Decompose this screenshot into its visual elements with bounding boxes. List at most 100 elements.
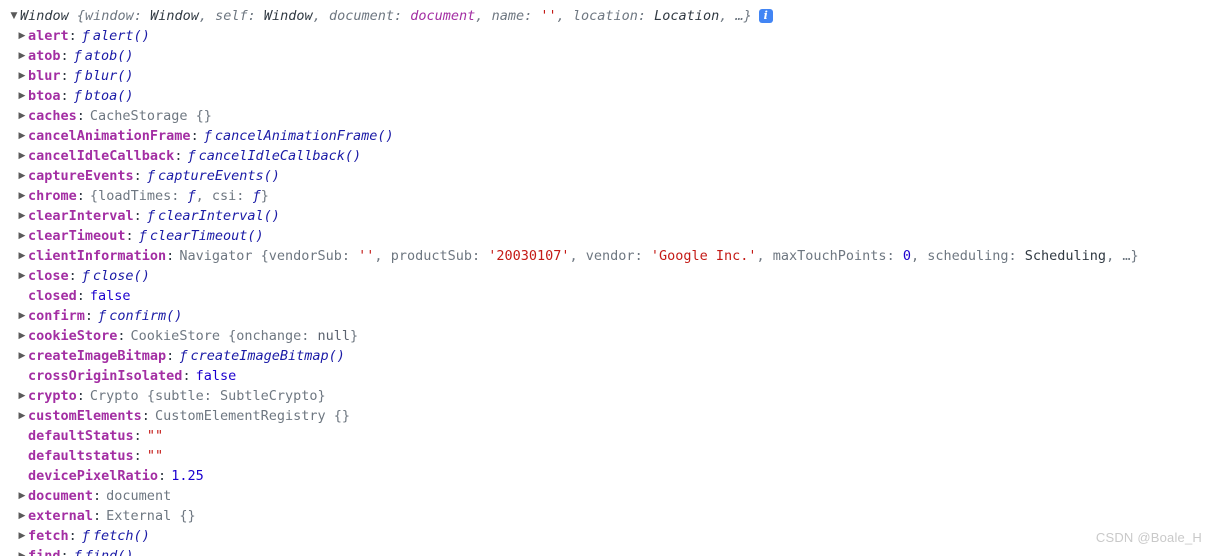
property-row[interactable]: ▶ caches: CacheStorage {}: [0, 106, 1210, 126]
property-row[interactable]: ▶ clearTimeout: ƒ clearTimeout(): [0, 226, 1210, 246]
collapse-triangle-icon[interactable]: ▶: [16, 46, 28, 66]
collapse-triangle-icon[interactable]: ▶: [16, 166, 28, 186]
collapse-triangle-icon[interactable]: ▶: [16, 26, 28, 46]
collapse-triangle-icon[interactable]: ▶: [16, 526, 28, 546]
property-row[interactable]: ▶ find: ƒ find(): [0, 546, 1210, 556]
preview-colon: :: [524, 8, 541, 24]
property-colon: :: [133, 208, 142, 224]
collapse-triangle-icon[interactable]: ▶: [16, 86, 28, 106]
property-value: ƒ blur(): [74, 66, 134, 86]
collapse-triangle-icon[interactable]: ▶: [16, 186, 28, 206]
preview-value: Window: [263, 8, 313, 24]
collapse-triangle-icon[interactable]: ▶: [16, 506, 28, 526]
property-row[interactable]: ▶ chrome: {loadTimes: ƒ, csi: ƒ}: [0, 186, 1210, 206]
property-value: CacheStorage {}: [90, 106, 212, 126]
property-name: customElements: [28, 408, 142, 424]
property-row[interactable]: ▶ atob: ƒ atob(): [0, 46, 1210, 66]
property-name: fetch: [28, 528, 69, 544]
function-marker-icon: ƒ: [98, 308, 107, 324]
property-row[interactable]: ▶ crypto: Crypto {subtle: SubtleCrypto}: [0, 386, 1210, 406]
property-row[interactable]: devicePixelRatio: 1.25: [0, 466, 1210, 486]
collapse-triangle-icon[interactable]: ▶: [16, 266, 28, 286]
property-value: ƒ captureEvents(): [147, 166, 280, 186]
preview-colon: :: [247, 8, 264, 24]
collapse-triangle-icon[interactable]: ▶: [16, 306, 28, 326]
property-row[interactable]: ▶ captureEvents: ƒ captureEvents(): [0, 166, 1210, 186]
preview-close-brace: }: [1130, 248, 1139, 264]
property-row[interactable]: ▶ alert: ƒ alert(): [0, 26, 1210, 46]
preview-value: Location: [654, 8, 720, 24]
property-row[interactable]: ▶ cancelAnimationFrame: ƒ cancelAnimationF…: [0, 126, 1210, 146]
property-row[interactable]: ▶ confirm: ƒ confirm(): [0, 306, 1210, 326]
function-marker-icon: ƒ: [73, 68, 82, 84]
collapse-triangle-icon[interactable]: ▶: [16, 66, 28, 86]
property-row[interactable]: ▶ cancelIdleCallback: ƒ cancelIdleCallback…: [0, 146, 1210, 166]
preview-colon: :: [171, 188, 188, 204]
preview-key: onchange: [236, 328, 302, 344]
property-value: ƒ cancelAnimationFrame(): [204, 126, 394, 146]
expand-triangle-icon[interactable]: ▼: [8, 6, 20, 26]
property-name: captureEvents: [28, 168, 134, 184]
collapse-triangle-icon[interactable]: ▶: [16, 486, 28, 506]
collapse-triangle-icon[interactable]: ▶: [16, 346, 28, 366]
function-marker-icon: ƒ: [146, 208, 155, 224]
collapse-triangle-icon[interactable]: ▶: [16, 226, 28, 246]
collapse-triangle-icon[interactable]: ▶: [16, 326, 28, 346]
collapse-triangle-icon[interactable]: ▶: [16, 246, 28, 266]
property-value: false: [90, 286, 131, 306]
string-value: "": [146, 448, 164, 464]
property-row[interactable]: defaultStatus: "": [0, 426, 1210, 446]
property-colon: :: [76, 108, 85, 124]
preview-separator: ,: [756, 248, 773, 264]
function-marker-icon: ƒ: [81, 28, 90, 44]
property-colon: :: [133, 428, 142, 444]
preview-value: '': [540, 8, 557, 24]
collapse-triangle-icon[interactable]: ▶: [16, 546, 28, 556]
property-row[interactable]: ▶ createImageBitmap: ƒ createImageBitmap(): [0, 346, 1210, 366]
property-row[interactable]: crossOriginIsolated: false: [0, 366, 1210, 386]
collapse-triangle-icon[interactable]: ▶: [16, 406, 28, 426]
collapse-triangle-icon[interactable]: ▶: [16, 126, 28, 146]
object-header-text: Window {window: Window, self: Window, do…: [20, 6, 752, 26]
property-colon: :: [141, 408, 150, 424]
function-marker-icon: ƒ: [73, 88, 82, 104]
collapse-triangle-icon[interactable]: ▶: [16, 206, 28, 226]
object-header-row[interactable]: ▼ Window {window: Window, self: Window, …: [0, 6, 1210, 26]
function-signature: fetch(): [92, 528, 150, 544]
object-class-name: Window: [20, 8, 69, 24]
preview-key: vendor: [585, 248, 635, 264]
preview-separator: ,: [195, 188, 212, 204]
property-row[interactable]: ▶ customElements: CustomElementRegistry {…: [0, 406, 1210, 426]
property-row[interactable]: ▶ blur: ƒ blur(): [0, 66, 1210, 86]
property-colon: :: [158, 468, 167, 484]
property-row[interactable]: ▶ cookieStore: CookieStore {onchange: nul…: [0, 326, 1210, 346]
number-value: 1.25: [171, 468, 204, 484]
property-row[interactable]: ▶ external: External {}: [0, 506, 1210, 526]
property-row[interactable]: defaultstatus: "": [0, 446, 1210, 466]
info-icon[interactable]: i: [758, 9, 773, 23]
property-name: crossOriginIsolated: [28, 368, 183, 384]
property-name: btoa: [28, 88, 61, 104]
property-row[interactable]: ▶ clearInterval: ƒ clearInterval(): [0, 206, 1210, 226]
property-row[interactable]: ▶ btoa: ƒ btoa(): [0, 86, 1210, 106]
preview-class-name: CookieStore: [130, 328, 220, 344]
preview-separator: ,: [910, 248, 928, 264]
preview-value: Window: [150, 8, 199, 24]
function-marker-icon: ƒ: [203, 128, 212, 144]
property-row[interactable]: closed: false: [0, 286, 1210, 306]
property-row[interactable]: ▶ fetch: ƒ fetch(): [0, 526, 1210, 546]
collapse-triangle-icon[interactable]: ▶: [16, 146, 28, 166]
preview-separator: ,: [569, 248, 586, 264]
property-colon: :: [76, 388, 85, 404]
collapse-triangle-icon[interactable]: ▶: [16, 106, 28, 126]
function-marker-icon: ƒ: [187, 188, 196, 204]
function-marker-icon: ƒ: [81, 528, 90, 544]
property-row[interactable]: ▶ document: document: [0, 486, 1210, 506]
collapse-triangle-icon[interactable]: ▶: [16, 386, 28, 406]
object-value: document: [106, 488, 172, 504]
preview-key: window: [85, 8, 134, 24]
property-value: {loadTimes: ƒ, csi: ƒ}: [90, 186, 269, 206]
property-row[interactable]: ▶ clientInformation: Navigator {vendorSub…: [0, 246, 1210, 266]
property-row[interactable]: ▶ close: ƒ close(): [0, 266, 1210, 286]
preview-colon: :: [301, 328, 318, 344]
